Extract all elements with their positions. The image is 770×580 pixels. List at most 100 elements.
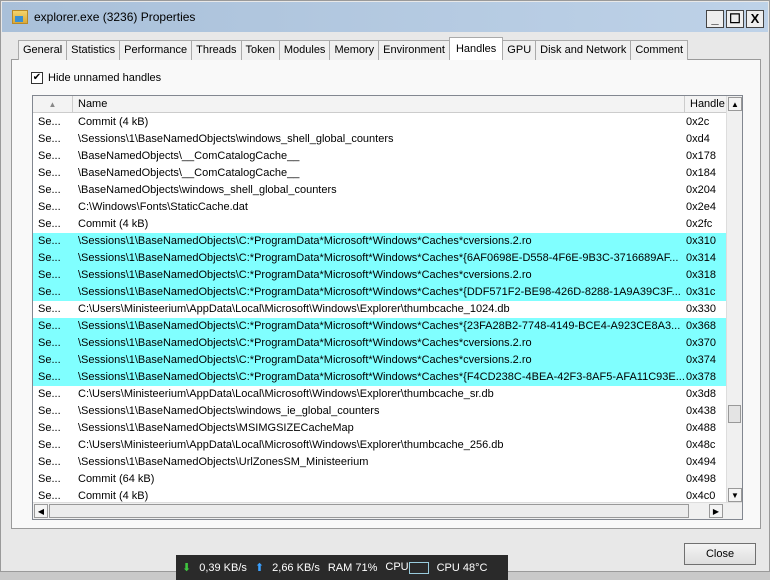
close-button[interactable]: Close xyxy=(684,543,756,565)
handle-type: Se... xyxy=(38,354,61,366)
handle-type: Se... xyxy=(38,405,61,417)
tab-performance[interactable]: Performance xyxy=(119,40,193,60)
handle-value: 0x330 xyxy=(686,303,716,315)
handle-name: \BaseNamedObjects\__ComCatalogCache__ xyxy=(78,167,300,179)
handle-name: \Sessions\1\BaseNamedObjects\C:*ProgramD… xyxy=(78,269,532,281)
close-window-button[interactable]: X xyxy=(746,10,764,28)
handle-value: 0x3d8 xyxy=(686,388,716,400)
tab-disk-and-network[interactable]: Disk and Network xyxy=(535,40,632,60)
handle-name: \Sessions\1\BaseNamedObjects\C:*ProgramD… xyxy=(78,286,681,298)
folder-app-icon xyxy=(12,10,28,24)
handle-type: Se... xyxy=(38,320,61,332)
table-row[interactable]: Se... \Sessions\1\BaseNamedObjects\C:*Pro… xyxy=(33,352,727,369)
table-row[interactable]: Se... \Sessions\1\BaseNamedObjects\C:*Pro… xyxy=(33,369,727,386)
handle-type: Se... xyxy=(38,303,61,315)
scroll-left-icon[interactable]: ◀ xyxy=(34,504,48,518)
tab-comment[interactable]: Comment xyxy=(630,40,689,60)
handle-type: Se... xyxy=(38,201,61,213)
handle-type: Se... xyxy=(38,218,61,230)
tab-general[interactable]: General xyxy=(18,40,68,60)
vertical-scrollbar[interactable]: ▲ ▼ xyxy=(726,96,742,503)
table-row[interactable]: Se... \Sessions\1\BaseNamedObjects\C:*Pro… xyxy=(33,267,727,284)
table-row[interactable]: Se... \Sessions\1\BaseNamedObjects\MSIMGS… xyxy=(33,420,727,437)
table-row[interactable]: Se... \Sessions\1\BaseNamedObjects\C:*Pro… xyxy=(33,318,727,335)
table-row[interactable]: Se... \Sessions\1\BaseNamedObjects\C:*Pro… xyxy=(33,335,727,352)
handle-value: 0x2c xyxy=(686,116,710,128)
handle-name: Commit (64 kB) xyxy=(78,473,155,485)
tab-modules[interactable]: Modules xyxy=(278,40,331,60)
upload-arrow-icon: ⬆ xyxy=(254,562,265,574)
table-row[interactable]: Se... Commit (4 kB) 0x2c xyxy=(33,114,727,131)
horizontal-scroll-thumb[interactable] xyxy=(49,504,689,518)
handle-name: \Sessions\1\BaseNamedObjects\C:*ProgramD… xyxy=(78,337,532,349)
scroll-up-icon[interactable]: ▲ xyxy=(728,97,742,111)
cpu-label: CPU xyxy=(385,561,409,574)
properties-window: explorer.exe (3236) Properties _ ☐ X Gen… xyxy=(0,0,770,572)
handle-name: \Sessions\1\BaseNamedObjects\C:*ProgramD… xyxy=(78,371,685,383)
table-row[interactable]: Se... \Sessions\1\BaseNamedObjects\C:*Pro… xyxy=(33,284,727,301)
handle-type: Se... xyxy=(38,388,61,400)
handle-type: Se... xyxy=(38,116,61,128)
handle-value: 0x370 xyxy=(686,337,716,349)
handle-type: Se... xyxy=(38,167,61,179)
tab-threads[interactable]: Threads xyxy=(191,40,242,60)
checkbox-label: Hide unnamed handles xyxy=(48,72,162,84)
handle-name: \Sessions\1\BaseNamedObjects\C:*ProgramD… xyxy=(78,354,532,366)
list-header: ▲ Name Handle xyxy=(33,96,727,113)
sort-up-icon[interactable]: ▲ xyxy=(33,96,73,112)
tab-handles[interactable]: Handles xyxy=(448,37,504,60)
handle-value: 0xd4 xyxy=(686,133,710,145)
handle-value: 0x204 xyxy=(686,184,716,196)
title-bar[interactable]: explorer.exe (3236) Properties _ ☐ X xyxy=(2,2,768,32)
handle-name: \Sessions\1\BaseNamedObjects\MSIMGSIZECa… xyxy=(78,422,354,434)
vertical-scroll-thumb[interactable] xyxy=(728,405,741,423)
column-header-name[interactable]: Name xyxy=(73,96,685,112)
hide-unnamed-handles-checkbox[interactable]: ✔ Hide unnamed handles xyxy=(31,72,161,84)
scroll-right-icon[interactable]: ▶ xyxy=(709,504,723,518)
scroll-down-icon[interactable]: ▼ xyxy=(728,488,742,502)
handle-type: Se... xyxy=(38,286,61,298)
ram-usage: RAM 71% xyxy=(327,561,378,574)
handles-list: ▲ Name Handle Se... Commit (4 kB) 0x2c Se..… xyxy=(32,95,743,520)
handle-name: \Sessions\1\BaseNamedObjects\windows_she… xyxy=(78,133,394,145)
tab-memory[interactable]: Memory xyxy=(329,40,380,60)
minimize-button[interactable]: _ xyxy=(706,10,724,28)
table-row[interactable]: Se... C:\Windows\Fonts\StaticCache.dat 0x2… xyxy=(33,199,727,216)
handle-value: 0x488 xyxy=(686,422,716,434)
table-row[interactable]: Se... \Sessions\1\BaseNamedObjects\C:*Pro… xyxy=(33,233,727,250)
handle-value: 0x2e4 xyxy=(686,201,716,213)
tab-token[interactable]: Token xyxy=(240,40,280,60)
column-header-handle[interactable]: Handle xyxy=(685,96,727,112)
tab-gpu[interactable]: GPU xyxy=(502,40,537,60)
tab-environment[interactable]: Environment xyxy=(378,40,450,60)
table-row[interactable]: Se... \BaseNamedObjects\__ComCatalogCache… xyxy=(33,148,727,165)
horizontal-scrollbar[interactable]: ◀ ▶ xyxy=(33,502,742,519)
table-row[interactable]: Se... C:\Users\Ministeerium\AppData\Local… xyxy=(33,386,727,403)
handle-name: \Sessions\1\BaseNamedObjects\C:*ProgramD… xyxy=(78,235,532,247)
handle-name: \Sessions\1\BaseNamedObjects\C:*ProgramD… xyxy=(78,320,681,332)
network-monitor-bar: ⬇ 0,39 KB/s ⬆ 2,66 KB/s RAM 71% CPU CPU … xyxy=(176,555,508,580)
table-row[interactable]: Se... \Sessions\1\BaseNamedObjects\UrlZon… xyxy=(33,454,727,471)
handle-value: 0x178 xyxy=(686,150,716,162)
table-row[interactable]: Se... \Sessions\1\BaseNamedObjects\window… xyxy=(33,403,727,420)
table-row[interactable]: Se... C:\Users\Ministeerium\AppData\Local… xyxy=(33,301,727,318)
handle-name: \Sessions\1\BaseNamedObjects\UrlZonesSM_… xyxy=(78,456,369,468)
maximize-button[interactable]: ☐ xyxy=(726,10,744,28)
table-row[interactable]: Se... \BaseNamedObjects\windows_shell_glo… xyxy=(33,182,727,199)
checkbox-check-icon[interactable]: ✔ xyxy=(31,72,43,84)
table-row[interactable]: Se... \BaseNamedObjects\__ComCatalogCache… xyxy=(33,165,727,182)
handle-type: Se... xyxy=(38,337,61,349)
handle-name: \BaseNamedObjects\windows_shell_global_c… xyxy=(78,184,337,196)
table-row[interactable]: Se... \Sessions\1\BaseNamedObjects\window… xyxy=(33,131,727,148)
handle-type: Se... xyxy=(38,371,61,383)
table-row[interactable]: Se... Commit (4 kB) 0x2fc xyxy=(33,216,727,233)
handle-type: Se... xyxy=(38,456,61,468)
table-row[interactable]: Se... Commit (64 kB) 0x498 xyxy=(33,471,727,488)
handle-name: Commit (4 kB) xyxy=(78,218,149,230)
download-speed: 0,39 KB/s xyxy=(199,561,247,574)
tab-statistics[interactable]: Statistics xyxy=(66,40,121,60)
handle-type: Se... xyxy=(38,439,61,451)
handle-value: 0x498 xyxy=(686,473,716,485)
table-row[interactable]: Se... C:\Users\Ministeerium\AppData\Local… xyxy=(33,437,727,454)
table-row[interactable]: Se... \Sessions\1\BaseNamedObjects\C:*Pro… xyxy=(33,250,727,267)
